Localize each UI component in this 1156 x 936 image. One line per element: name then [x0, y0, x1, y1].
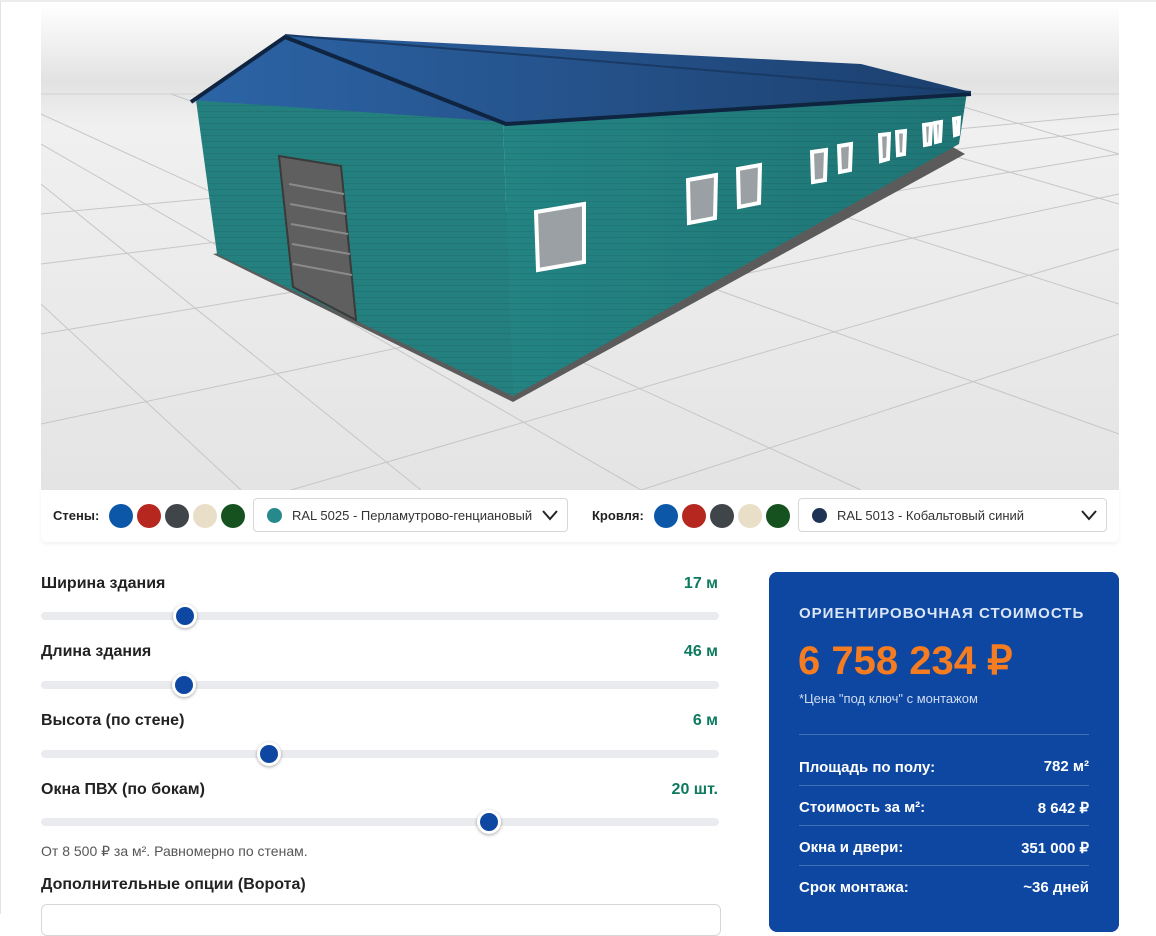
height-slider-label: Высота (по стене) [41, 712, 185, 729]
width-slider-thumb[interactable] [173, 604, 198, 628]
height-slider[interactable] [41, 742, 719, 766]
row-divider [799, 865, 1089, 866]
roof-label: Кровля: [592, 508, 644, 523]
area-value: 782 м² [1043, 758, 1089, 775]
windows-doors-label: Окна и двери: [799, 839, 904, 856]
row-divider [799, 785, 1089, 786]
roof-color-select[interactable]: RAL 5013 - Кобальтовый синий [798, 498, 1107, 532]
width-slider-value: 17 м [683, 575, 718, 592]
windows-slider-value: 20 шт. [671, 781, 718, 798]
roof-swatch-red[interactable] [682, 504, 706, 528]
width-slider-label: Ширина здания [41, 575, 166, 592]
windows-slider[interactable] [41, 810, 719, 834]
price-card: ОРИЕНТИРОВОЧНАЯ СТОИМОСТЬ 6 758 234 ₽ *Ц… [769, 572, 1119, 932]
color-selector-bar: Стены: RAL 5025 - Перламутрово-генцианов… [41, 490, 1119, 542]
height-slider-value: 6 м [692, 712, 718, 729]
price-subtitle: *Цена "под ключ" с монтажом [799, 691, 978, 706]
walls-selected-color-dot [267, 508, 282, 523]
windows-slider-thumb[interactable] [477, 810, 502, 834]
walls-swatch-graphite[interactable] [165, 504, 189, 528]
roof-swatch-graphite[interactable] [710, 504, 734, 528]
length-slider-label: Длина здания [41, 643, 152, 660]
price-per-m2-label: Стоимость за м²: [799, 799, 926, 816]
area-label: Площадь по полу: [799, 759, 936, 776]
building-render [41, 4, 1119, 490]
options-title: Дополнительные опции (Ворота) [41, 876, 306, 893]
chevron-down-icon [541, 508, 559, 522]
roof-swatch-ivory[interactable] [738, 504, 762, 528]
width-slider[interactable] [41, 604, 719, 628]
walls-color-select[interactable]: RAL 5025 - Перламутрово-генциановый [253, 498, 568, 532]
price-divider [799, 734, 1089, 735]
height-slider-thumb[interactable] [257, 742, 282, 766]
length-slider-thumb[interactable] [172, 673, 197, 697]
windows-slider-label: Окна ПВХ (по бокам) [41, 781, 205, 798]
assembly-time-label: Срок монтажа: [799, 879, 909, 896]
roof-swatch-green[interactable] [766, 504, 790, 528]
length-slider-value: 46 м [683, 643, 718, 660]
windows-note: От 8 500 ₽ за м². Равномерно по стенам. [41, 843, 308, 859]
chevron-down-icon [1080, 508, 1098, 522]
price-title: ОРИЕНТИРОВОЧНАЯ СТОИМОСТЬ [799, 605, 1085, 622]
options-select[interactable] [41, 904, 721, 936]
building-3d-viewer[interactable] [41, 4, 1119, 490]
top-divider [0, 0, 1156, 2]
price-per-m2-value: 8 642 ₽ [1037, 800, 1089, 817]
walls-select-value: RAL 5025 - Перламутрово-генциановый [292, 508, 533, 523]
walls-swatch-green[interactable] [221, 504, 245, 528]
length-slider[interactable] [41, 673, 719, 697]
windows-doors-value: 351 000 ₽ [1021, 840, 1089, 857]
walls-label: Стены: [53, 508, 100, 523]
roof-swatch-blue[interactable] [654, 504, 678, 528]
price-amount: 6 758 234 ₽ [798, 639, 1013, 683]
roof-selected-color-dot [812, 508, 827, 523]
walls-swatch-red[interactable] [137, 504, 161, 528]
walls-swatch-ivory[interactable] [193, 504, 217, 528]
assembly-time-value: ~36 дней [1023, 879, 1089, 896]
roof-select-value: RAL 5013 - Кобальтовый синий [837, 508, 1025, 523]
page-edge [0, 0, 1, 914]
walls-swatch-blue[interactable] [109, 504, 133, 528]
row-divider [799, 825, 1089, 826]
